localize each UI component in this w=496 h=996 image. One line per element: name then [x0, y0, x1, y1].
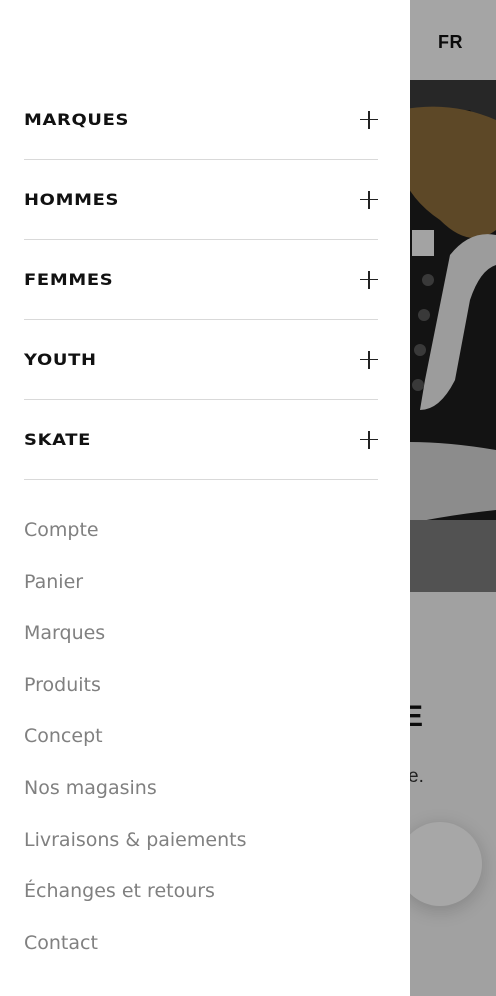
link-produits[interactable]: Produits	[24, 660, 378, 712]
category-item-youth[interactable]: YOUTH	[24, 320, 378, 400]
link-echanges-retours[interactable]: Échanges et retours	[24, 866, 378, 918]
category-label: FEMMES	[24, 270, 114, 289]
secondary-links: Compte Panier Marques Produits Concept N…	[24, 505, 378, 969]
category-item-skate[interactable]: SKATE	[24, 400, 378, 480]
category-item-femmes[interactable]: FEMMES	[24, 240, 378, 320]
category-label: HOMMES	[24, 190, 120, 209]
link-concept[interactable]: Concept	[24, 711, 378, 763]
plus-icon[interactable]	[360, 190, 378, 209]
category-list: MARQUES HOMMES FEMMES YOUTH SKATE	[24, 80, 378, 480]
plus-icon[interactable]	[360, 430, 378, 449]
category-item-marques[interactable]: MARQUES	[24, 80, 378, 160]
navigation-drawer: MARQUES HOMMES FEMMES YOUTH SKATE Compte	[0, 0, 410, 996]
link-nos-magasins[interactable]: Nos magasins	[24, 763, 378, 815]
link-compte[interactable]: Compte	[24, 505, 378, 557]
link-livraisons-paiements[interactable]: Livraisons & paiements	[24, 815, 378, 867]
plus-icon[interactable]	[360, 350, 378, 369]
category-label: MARQUES	[24, 110, 130, 129]
link-contact[interactable]: Contact	[24, 918, 378, 970]
plus-icon[interactable]	[360, 110, 378, 129]
link-marques[interactable]: Marques	[24, 608, 378, 660]
category-label: SKATE	[24, 430, 92, 449]
plus-icon[interactable]	[360, 270, 378, 289]
page: FR E e. MARQUES HOMMES FEMMES YOUTH SKAT…	[0, 0, 496, 996]
category-item-hommes[interactable]: HOMMES	[24, 160, 378, 240]
category-label: YOUTH	[24, 350, 97, 369]
link-panier[interactable]: Panier	[24, 557, 378, 609]
